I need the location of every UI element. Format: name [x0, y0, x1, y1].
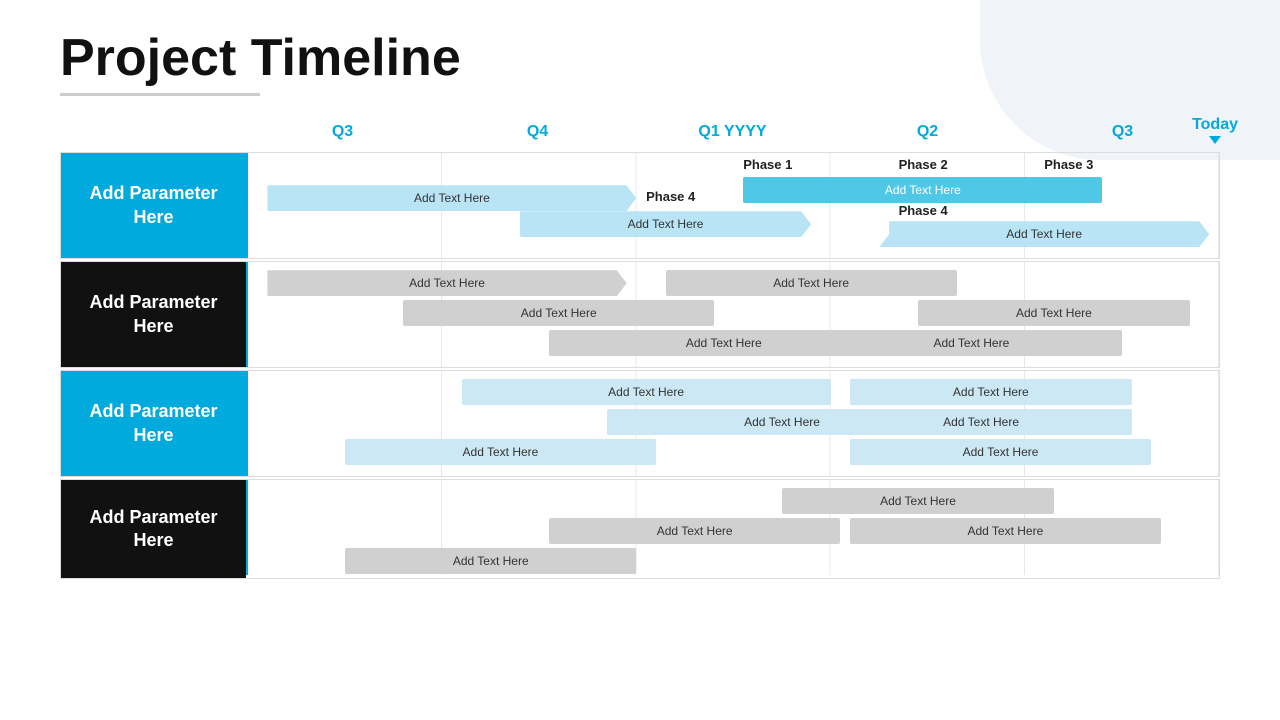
bar-1-5[interactable]: Add Text Here: [821, 330, 1122, 356]
quarter-q3b: Q3: [1025, 123, 1220, 141]
timeline-row-0: Add Parameter HereAdd Text HerePhase 4Ph…: [60, 152, 1220, 259]
bar-2-5[interactable]: Add Text Here: [850, 439, 1151, 465]
timeline-body: Add Parameter HereAdd Text HerePhase 4Ph…: [60, 152, 1220, 579]
today-label: Today: [1192, 116, 1238, 144]
row-content-2: Add Text HereAdd Text HereAdd Text HereA…: [246, 371, 1219, 476]
timeline-row-1: Add Parameter HereAdd Text HereAdd Text …: [60, 261, 1220, 368]
phase-label-0-2: Phase 1: [743, 157, 792, 172]
bar-0-5[interactable]: Add Text Here: [743, 177, 1102, 203]
timeline-header: Q3 Q4 Q1 YYYY Q2 Q3 Today: [245, 116, 1220, 148]
quarter-q1: Q1 YYYY: [635, 123, 830, 141]
phase-label-0-7: Phase 4: [899, 203, 948, 218]
bar-1-3[interactable]: Add Text Here: [918, 300, 1190, 326]
today-arrow-icon: [1209, 136, 1221, 144]
quarter-q4: Q4: [440, 123, 635, 141]
title-underline: [60, 93, 260, 96]
phase-label-0-3: Phase 2: [899, 157, 948, 172]
bar-3-3[interactable]: Add Text Here: [345, 548, 636, 574]
bar-0-6[interactable]: Add Text Here: [520, 211, 811, 237]
row-content-1: Add Text Here Add Text Here Add Text Here A…: [246, 262, 1219, 367]
page-title: Project Timeline: [60, 30, 1220, 87]
timeline-row-3: Add Parameter HereAdd Text HereAdd Text …: [60, 479, 1220, 579]
bar-2-3[interactable]: Add Text Here: [831, 409, 1132, 435]
bar-1-2[interactable]: Add Text Here: [403, 300, 714, 326]
row-label-3: Add Parameter Here: [61, 480, 246, 578]
bar-3-2[interactable]: Add Text Here: [850, 518, 1161, 544]
bar-2-1[interactable]: Add Text Here: [850, 379, 1132, 405]
main-content: Project Timeline Q3 Q4 Q1 YYYY Q2 Q3 Tod…: [0, 0, 1280, 601]
phase-label-0-4: Phase 3: [1044, 157, 1093, 172]
bar-2-4[interactable]: Add Text Here: [345, 439, 656, 465]
bar-0-8[interactable]: Add Text Here: [879, 221, 1209, 247]
row-content-3: Add Text Here Add Text Here Add Text Here A…: [246, 480, 1219, 575]
row-content-0: Add Text HerePhase 4Phase 1Phase 2Phase …: [246, 153, 1219, 258]
timeline-row-2: Add Parameter HereAdd Text HereAdd Text …: [60, 370, 1220, 477]
bar-1-1[interactable]: Add Text Here: [666, 270, 957, 296]
quarter-q2: Q2: [830, 123, 1025, 141]
row-label-1: Add Parameter Here: [61, 262, 246, 367]
bar-1-0[interactable]: Add Text Here: [267, 270, 626, 296]
quarter-q3: Q3: [245, 123, 440, 141]
bar-3-0[interactable]: Add Text Here: [782, 488, 1054, 514]
bar-3-1[interactable]: Add Text Here: [549, 518, 840, 544]
row-label-2: Add Parameter Here: [61, 371, 246, 476]
bar-2-0[interactable]: Add Text Here: [462, 379, 831, 405]
phase-label-0-1: Phase 4: [646, 189, 695, 204]
bar-0-0[interactable]: Add Text Here: [267, 185, 636, 211]
row-label-0: Add Parameter Here: [61, 153, 246, 258]
